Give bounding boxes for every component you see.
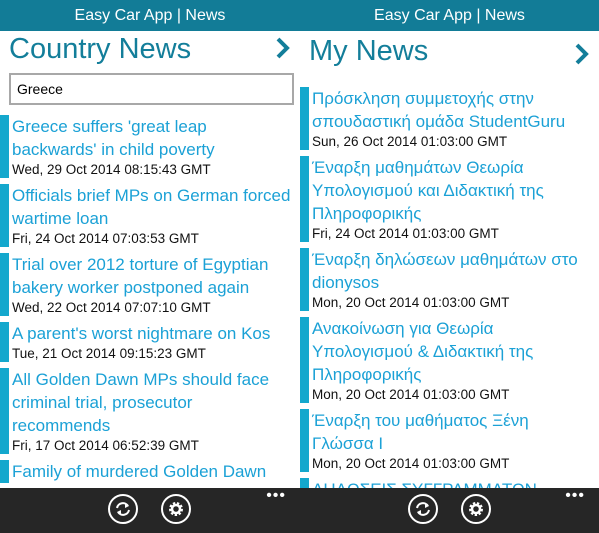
news-date: Fri, 24 Oct 2014 07:03:53 GMT [12,231,199,246]
news-date: Tue, 21 Oct 2014 09:15:23 GMT [12,346,206,361]
news-item[interactable]: Πρόσκληση συμμετοχής στην σπουδαστική ομ… [300,87,599,150]
news-date: Mon, 20 Oct 2014 01:03:00 GMT [312,295,510,310]
item-accent-bar [0,253,9,316]
news-title[interactable]: Officials brief MPs on German forced war… [12,184,300,230]
item-accent-bar [300,317,309,403]
refresh-icon [116,502,130,516]
country-news-list: Greece suffers 'great leap backwards' in… [0,115,300,489]
my-news-list: Πρόσκληση συμμετοχής στην σπουδαστική ομ… [300,87,599,507]
news-item[interactable]: Έναρξη δηλώσεων μαθημάτων στο dionysos Mo… [300,248,599,311]
news-title[interactable]: All Golden Dawn MPs should face criminal… [12,368,300,437]
news-title[interactable]: Greece suffers 'great leap backwards' in… [12,115,300,161]
news-title[interactable]: Έναρξη δηλώσεων μαθημάτων στο dionysos [312,248,599,294]
item-accent-bar [0,184,9,247]
item-accent-bar [300,156,309,242]
app-bar: ••• [0,488,300,533]
news-title[interactable]: Έναρξη μαθημάτων Θεωρία Υπολογισμού και … [312,156,599,225]
more-button[interactable]: ••• [266,488,286,504]
news-date: Fri, 24 Oct 2014 01:03:00 GMT [312,226,499,241]
app-title: Easy Car App | News [300,0,599,31]
news-date: Sun, 26 Oct 2014 01:03:00 GMT [312,134,508,149]
item-accent-bar [300,87,309,150]
chevron-right-icon[interactable] [276,37,290,59]
news-item[interactable]: Family of murdered Golden Dawn [0,460,300,483]
item-accent-bar [0,368,9,454]
item-accent-bar [0,115,9,178]
page-title: Country News [9,33,192,65]
news-date: Wed, 29 Oct 2014 08:15:43 GMT [12,162,211,177]
settings-icon [169,502,183,516]
news-title[interactable]: Trial over 2012 torture of Egyptian bake… [12,253,300,299]
more-button[interactable]: ••• [565,488,585,504]
news-item[interactable]: All Golden Dawn MPs should face criminal… [0,368,300,454]
news-item[interactable]: Officials brief MPs on German forced war… [0,184,300,247]
refresh-icon [416,502,430,516]
settings-button[interactable] [461,494,491,524]
page-title: My News [309,35,429,67]
settings-button[interactable] [161,494,191,524]
chevron-right-icon[interactable] [575,43,589,65]
news-item[interactable]: Έναρξη του μαθήματος Ξένη Γλώσσα Ι Mon, 2… [300,409,599,472]
news-item[interactable]: Trial over 2012 torture of Egyptian bake… [0,253,300,316]
item-accent-bar [300,409,309,472]
news-title[interactable]: Family of murdered Golden Dawn [12,460,300,483]
news-date: Wed, 22 Oct 2014 07:07:10 GMT [12,300,211,315]
refresh-button[interactable] [108,494,138,524]
app-title: Easy Car App | News [0,0,300,31]
app-bar: ••• [300,488,599,533]
item-accent-bar [0,322,9,362]
news-date: Mon, 20 Oct 2014 01:03:00 GMT [312,456,510,471]
item-accent-bar [300,248,309,311]
news-title[interactable]: Έναρξη του μαθήματος Ξένη Γλώσσα Ι [312,409,599,455]
country-search-input[interactable] [9,73,294,105]
news-title[interactable]: Πρόσκληση συμμετοχής στην σπουδαστική ομ… [312,87,599,133]
country-news-panel: Easy Car App | News Country News Greece … [0,0,300,533]
news-item[interactable]: A parent's worst nightmare on Kos Tue, 21… [0,322,300,362]
news-title[interactable]: Ανακοίνωση για Θεωρία Υπολογισμού & Διδα… [312,317,599,386]
news-item[interactable]: Greece suffers 'great leap backwards' in… [0,115,300,178]
item-accent-bar [0,460,9,483]
news-title[interactable]: A parent's worst nightmare on Kos [12,322,300,345]
news-item[interactable]: Ανακοίνωση για Θεωρία Υπολογισμού & Διδα… [300,317,599,403]
refresh-button[interactable] [408,494,438,524]
news-date: Fri, 17 Oct 2014 06:52:39 GMT [12,438,199,453]
settings-icon [469,502,483,516]
news-date: Mon, 20 Oct 2014 01:03:00 GMT [312,387,510,402]
my-news-panel: Easy Car App | News My News Πρόσκληση συ… [300,0,599,533]
news-item[interactable]: Έναρξη μαθημάτων Θεωρία Υπολογισμού και … [300,156,599,242]
